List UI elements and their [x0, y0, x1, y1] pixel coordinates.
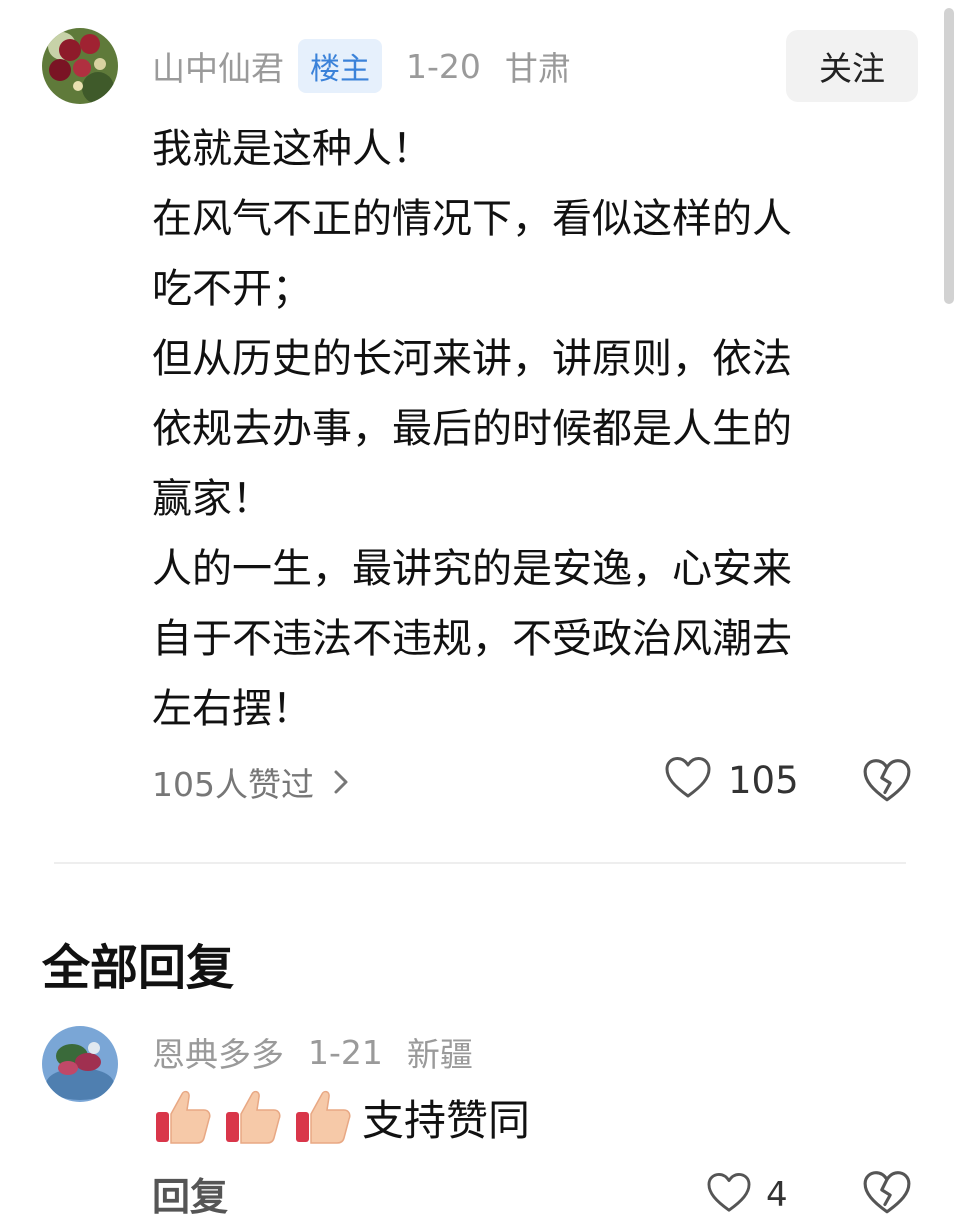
- post-line: 吃不开；: [152, 266, 312, 312]
- heart-icon: [664, 756, 712, 804]
- reply-date: 1-21: [308, 1032, 383, 1072]
- thumbs-up-icon: [222, 1086, 284, 1148]
- post-line: 但从历史的长河来讲，讲原则，依法: [152, 336, 792, 382]
- post-line: 赢家！: [152, 476, 272, 522]
- chevron-right-icon: [332, 768, 350, 796]
- post-date: 1-20: [406, 46, 481, 86]
- reply-location: 新疆: [406, 1035, 473, 1074]
- likers-label: 105人赞过: [152, 765, 314, 804]
- likers-link[interactable]: 105人赞过: [152, 756, 350, 808]
- reply-button[interactable]: 回复: [152, 1166, 228, 1221]
- reply-text: 支持赞同: [152, 1084, 530, 1150]
- reply-like-button[interactable]: 4: [706, 1168, 788, 1222]
- reply-meta: 恩典多多 1-21 新疆: [152, 1028, 497, 1076]
- reply-like-count: 4: [766, 1175, 788, 1215]
- heart-icon: [706, 1172, 752, 1218]
- like-count: 105: [728, 758, 799, 802]
- post-body: 我就是这种人！ 在风气不正的情况下，看似这样的人 吃不开； 但从历史的长河来讲，…: [152, 114, 922, 744]
- post-line: 依规去办事，最后的时候都是人生的: [152, 406, 792, 452]
- author-name[interactable]: 山中仙君: [152, 42, 284, 90]
- op-badge: 楼主: [298, 39, 382, 93]
- post-location: 甘肃: [504, 49, 571, 88]
- post-line: 人的一生，最讲究的是安逸，心安来: [152, 546, 792, 592]
- post-meta: 山中仙君 楼主 1-20 甘肃: [152, 38, 571, 94]
- reply-author-avatar[interactable]: [42, 1026, 118, 1102]
- reply-author-name[interactable]: 恩典多多: [152, 1028, 284, 1076]
- thumbs-up-icon: [292, 1086, 354, 1148]
- broken-heart-icon[interactable]: [862, 756, 912, 806]
- scrollbar[interactable]: [944, 8, 954, 304]
- like-button[interactable]: 105: [664, 752, 799, 808]
- post-line: 我就是这种人！: [152, 126, 432, 172]
- divider: [54, 862, 906, 864]
- replies-section-title: 全部回复: [42, 940, 235, 996]
- post-line: 自于不违法不违规，不受政治风潮去: [152, 616, 792, 662]
- thumbs-up-icon: [152, 1086, 214, 1148]
- post-line: 左右摆！: [152, 686, 312, 732]
- author-avatar[interactable]: [42, 28, 118, 104]
- reply-message: 支持赞同: [362, 1095, 531, 1145]
- broken-heart-icon[interactable]: [862, 1168, 912, 1218]
- post-line: 在风气不正的情况下，看似这样的人: [152, 196, 792, 242]
- follow-button[interactable]: 关注: [786, 30, 918, 102]
